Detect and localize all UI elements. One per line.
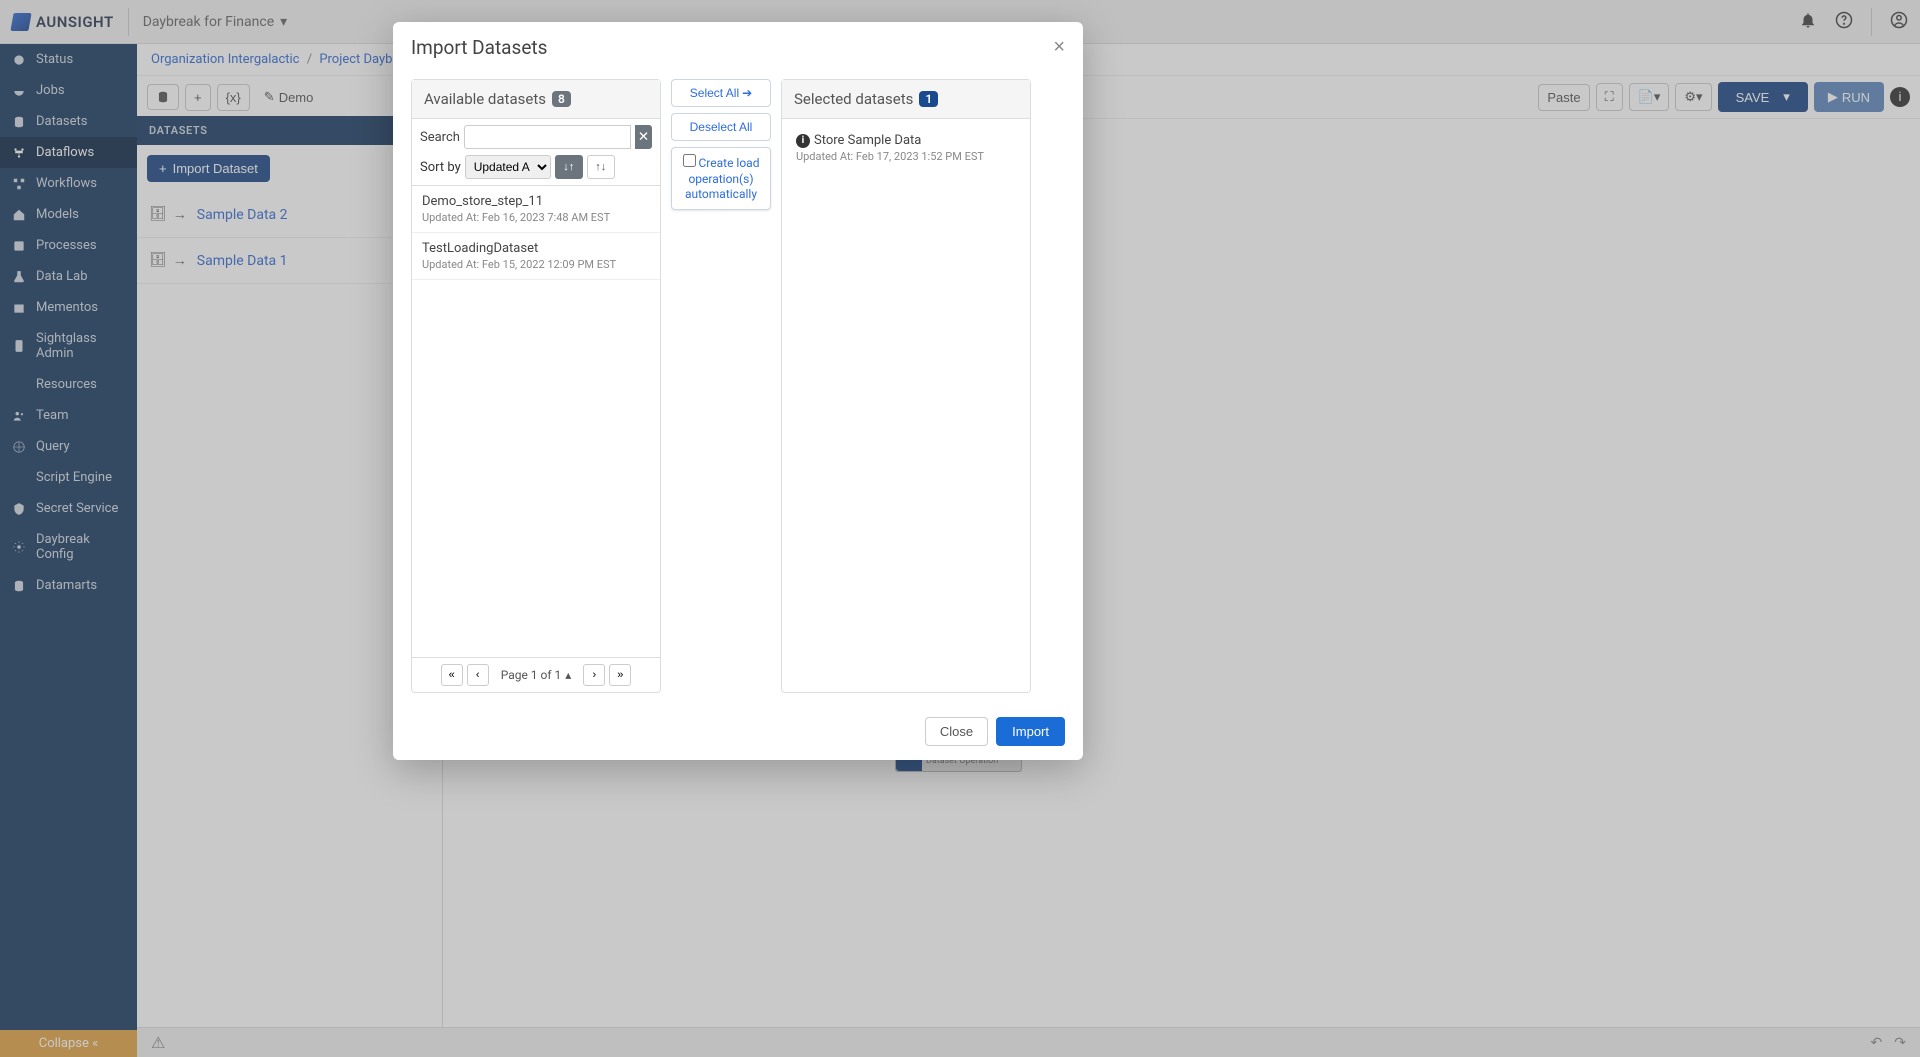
pager-first-button[interactable]: « [441, 664, 463, 686]
available-panel-header: Available datasets 8 [412, 80, 660, 119]
pager-next-button[interactable]: › [583, 664, 605, 686]
sort-label: Sort by [420, 160, 461, 175]
available-list: Demo_store_step_11 Updated At: Feb 16, 2… [412, 186, 660, 657]
close-button[interactable]: Close [925, 717, 988, 746]
deselect-all-button[interactable]: Deselect All [671, 113, 771, 141]
arrow-circle-right-icon: ➔ [742, 86, 752, 100]
modal-header: Import Datasets × [393, 22, 1083, 73]
item-meta: Updated At: Feb 16, 2023 7:48 AM EST [422, 211, 650, 224]
selected-count-badge: 1 [919, 91, 938, 107]
selected-item[interactable]: i Store Sample Data Updated At: Feb 17, … [792, 127, 1020, 169]
item-meta: Updated At: Feb 17, 2023 1:52 PM EST [796, 150, 1016, 163]
selected-list: i Store Sample Data Updated At: Feb 17, … [782, 119, 1030, 177]
sort-row: Sort by Updated At ↓↑ ↑↓ [412, 155, 660, 186]
sort-select[interactable]: Updated At [465, 155, 551, 179]
pager-last-button[interactable]: » [609, 664, 631, 686]
caret-up-icon: ▴ [565, 668, 571, 682]
selected-panel-header: Selected datasets 1 [782, 80, 1030, 119]
close-icon[interactable]: × [1053, 36, 1065, 59]
modal-title: Import Datasets [411, 36, 547, 59]
available-count-badge: 8 [552, 91, 571, 107]
pager-text[interactable]: Page 1 of 1▴ [493, 665, 580, 685]
item-meta: Updated At: Feb 15, 2022 12:09 PM EST [422, 258, 650, 271]
info-circle-icon: i [796, 134, 810, 148]
import-datasets-modal: Import Datasets × Available datasets 8 S… [393, 22, 1083, 760]
search-label: Search [420, 130, 460, 145]
transfer-actions: Select All ➔ Deselect All Create load op… [671, 79, 771, 693]
item-name: Demo_store_step_11 [422, 194, 650, 209]
selected-datasets-panel: Selected datasets 1 i Store Sample Data … [781, 79, 1031, 693]
create-load-toggle[interactable]: Create load operation(s) automatically [671, 147, 771, 210]
item-name: TestLoadingDataset [422, 241, 650, 256]
modal-footer: Close Import [393, 707, 1083, 760]
pager: « ‹ Page 1 of 1▴ › » [412, 657, 660, 692]
available-item[interactable]: TestLoadingDataset Updated At: Feb 15, 2… [412, 233, 660, 280]
item-name: i Store Sample Data [796, 133, 1016, 148]
search-input[interactable] [464, 125, 631, 149]
available-datasets-panel: Available datasets 8 Search ✕ Sort by Up… [411, 79, 661, 693]
pager-prev-button[interactable]: ‹ [467, 664, 489, 686]
sort-desc-button[interactable]: ↓↑ [555, 155, 583, 179]
clear-search-button[interactable]: ✕ [635, 125, 652, 149]
available-item[interactable]: Demo_store_step_11 Updated At: Feb 16, 2… [412, 186, 660, 233]
search-row: Search ✕ [412, 119, 660, 155]
create-load-checkbox[interactable] [683, 154, 696, 167]
sort-asc-button[interactable]: ↑↓ [587, 155, 615, 179]
select-all-button[interactable]: Select All ➔ [671, 79, 771, 107]
import-button[interactable]: Import [996, 717, 1065, 746]
